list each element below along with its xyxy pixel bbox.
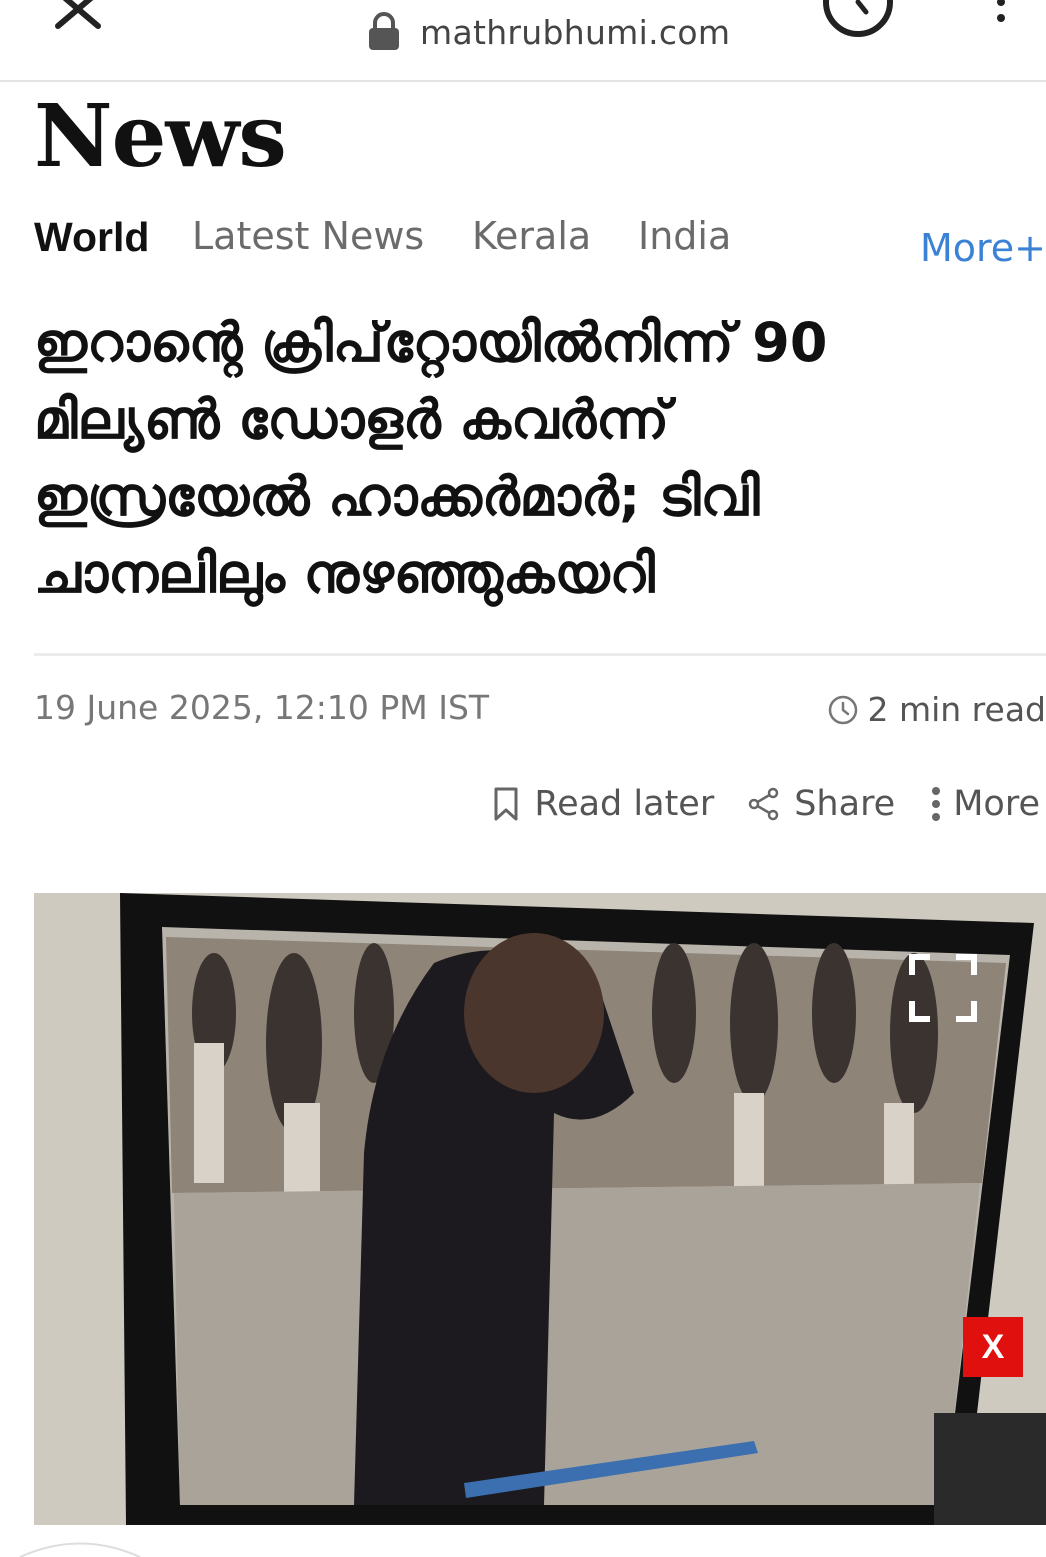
category-tab-india[interactable]: India: [638, 214, 731, 258]
browser-top-bar: mathrubhumi.com: [0, 0, 1046, 82]
divider: [34, 653, 1046, 656]
category-more-link[interactable]: More+: [920, 226, 1046, 270]
share-button[interactable]: Share: [748, 784, 895, 824]
clock-icon: [829, 695, 858, 724]
category-tab-kerala[interactable]: Kerala: [472, 214, 591, 258]
headline-line: മില്യൺ ഡോളർ കവർന്ന്: [34, 388, 670, 451]
category-nav: World Latest News Kerala India More+: [34, 214, 1046, 274]
more-vertical-icon[interactable]: [986, 0, 1016, 32]
more-options-button[interactable]: More: [929, 784, 1040, 824]
category-tab-latest-news[interactable]: Latest News: [192, 214, 424, 258]
article-headline: ഇറാന്റെ ക്രിപ്‌റ്റോയിൽനിന്ന് 90 മില്യൺ ഡ…: [34, 304, 1024, 612]
url-bar[interactable]: mathrubhumi.com: [366, 12, 730, 52]
read-time-label: 2 min read: [867, 690, 1046, 729]
read-later-button[interactable]: Read later: [492, 784, 714, 824]
category-tab-world[interactable]: World: [34, 214, 149, 261]
read-later-label: Read later: [534, 784, 715, 824]
headline-line: ചാനലിലും നുഴഞ്ഞുകയറി: [34, 542, 655, 605]
more-vertical-icon: [932, 787, 941, 821]
partial-avatar-icon: [19, 1542, 141, 1557]
headline-line: ഇറാന്റെ ക്രിപ്‌റ്റോയിൽനിന്ന് 90: [34, 311, 828, 374]
section-title: News: [34, 86, 287, 187]
share-icon: [748, 787, 779, 821]
more-options-label: More: [953, 784, 1040, 824]
article-actions: Read later Share More: [492, 784, 1040, 824]
read-time: 2 min read: [827, 690, 1046, 729]
lock-icon: [369, 12, 399, 50]
bookmark-icon: [494, 787, 518, 821]
tv-screen-photo: [34, 893, 1046, 1525]
article-page: mathrubhumi.com News World Latest News K…: [0, 0, 1046, 1557]
publish-date: 19 June 2025, 12:10 PM IST: [34, 688, 490, 727]
headline-line: ഇസ്രയേൽ ഹാക്കർമാർ; ടിവി: [34, 465, 760, 528]
share-label: Share: [794, 784, 896, 824]
url-text: mathrubhumi.com: [420, 12, 731, 52]
history-icon[interactable]: [822, 0, 894, 38]
close-button[interactable]: X: [963, 1317, 1023, 1377]
fullscreen-icon[interactable]: [908, 953, 978, 1023]
close-icon[interactable]: [50, 0, 106, 36]
article-image[interactable]: X: [34, 893, 1046, 1525]
